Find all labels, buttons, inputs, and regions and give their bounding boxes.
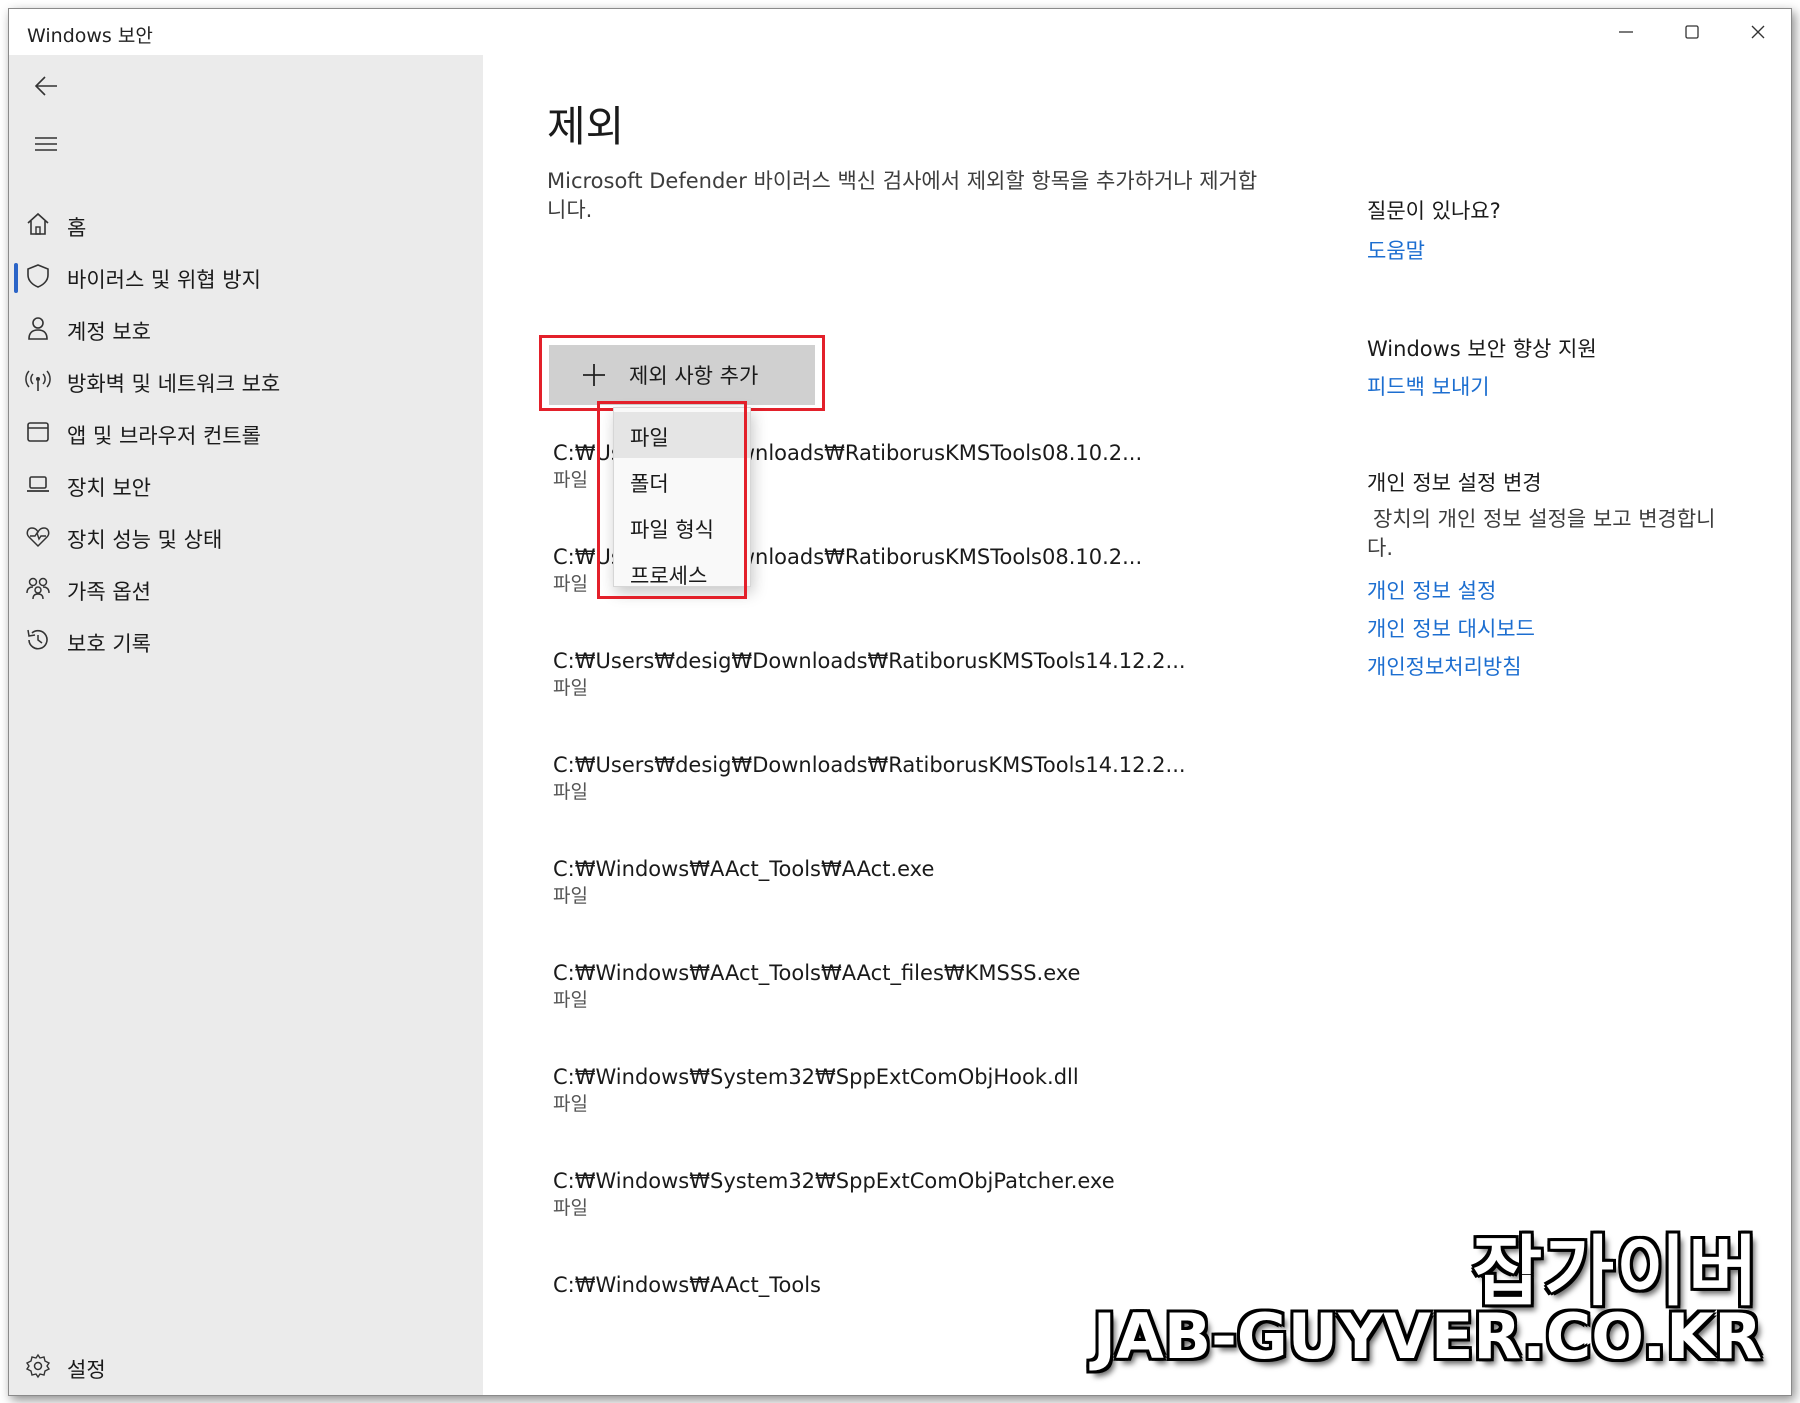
exclusion-path-tail: wnloads₩RatiborusKMSTools08.10.2... <box>737 441 1143 465</box>
add-exclusion-label: 제외 사항 추가 <box>629 364 759 388</box>
exclusion-path: C:₩Windows₩System32₩SppExtComObjPatcher.… <box>553 1169 1115 1193</box>
sidebar-item-device-security[interactable]: 장치 보안 <box>9 459 483 511</box>
family-icon <box>25 575 51 601</box>
sidebar-item-label: 앱 및 브라우저 컨트롤 <box>67 424 261 448</box>
sidebar-item-label: 장치 성능 및 상태 <box>67 528 223 552</box>
back-arrow-icon <box>34 76 57 96</box>
exclusion-type-menu: 파일 폴더 파일 형식 프로세스 <box>613 407 751 588</box>
question-heading: 질문이 있나요? <box>1367 199 1501 223</box>
gear-icon <box>25 1353 51 1379</box>
sidebar-item-label: 홈 <box>67 216 87 240</box>
app-title: Windows 보안 <box>27 25 153 47</box>
exclusion-type: 파일 <box>553 677 588 699</box>
person-icon <box>25 315 51 341</box>
watermark-english: JAB-GUYVER.CO.KR <box>1092 1300 1762 1373</box>
help-link[interactable]: 도움말 <box>1367 235 1425 265</box>
menu-item-label: 파일 <box>630 426 669 450</box>
menu-item-folder[interactable]: 폴더 <box>614 458 750 504</box>
privacy-dashboard-link[interactable]: 개인 정보 대시보드 <box>1367 613 1535 643</box>
active-indicator <box>14 263 18 293</box>
sidebar-item-device-health[interactable]: 장치 성능 및 상태 <box>9 511 483 563</box>
menu-item-process[interactable]: 프로세스 <box>614 550 750 596</box>
menu-item-file[interactable]: 파일 <box>614 412 750 458</box>
page-description: Microsoft Defender 바이러스 백신 검사에서 제외할 항목을 … <box>547 169 1258 222</box>
menu-item-file-type[interactable]: 파일 형식 <box>614 504 750 550</box>
sidebar-item-home[interactable]: 홈 <box>9 199 483 251</box>
exclusion-path: C:₩Users₩desig₩Downloads₩RatiborusKMSToo… <box>553 649 1186 673</box>
close-icon <box>1751 25 1765 39</box>
laptop-icon <box>25 471 51 497</box>
heart-pulse-icon <box>25 523 51 549</box>
privacy-settings-link[interactable]: 개인 정보 설정 <box>1367 575 1496 605</box>
exclusion-type: 파일 <box>553 1197 588 1219</box>
page-title: 제외 <box>547 102 625 151</box>
home-icon <box>25 211 51 237</box>
antenna-icon <box>25 367 51 393</box>
close-button[interactable] <box>1725 9 1791 55</box>
sidebar-item-label: 설정 <box>67 1358 106 1382</box>
sidebar-item-settings[interactable]: 설정 <box>9 1341 483 1393</box>
exclusion-item[interactable]: C:₩Windows₩AAct_Tools₩AAct.exe 파일 <box>553 855 1313 909</box>
exclusion-item[interactable]: C:₩Windows₩System32₩SppExtComObjHook.dll… <box>553 1063 1313 1117</box>
hamburger-icon <box>35 137 57 151</box>
exclusion-path: C:₩Us <box>553 441 622 465</box>
plus-icon <box>583 364 605 386</box>
improve-heading: Windows 보안 향상 지원 <box>1367 337 1597 361</box>
sidebar-item-family-options[interactable]: 가족 옵션 <box>9 563 483 615</box>
exclusion-item[interactable]: C:₩Windows₩AAct_Tools <box>553 1271 1313 1299</box>
exclusion-path: C:₩Windows₩AAct_Tools <box>553 1273 821 1297</box>
exclusion-type: 파일 <box>553 989 588 1011</box>
maximize-icon <box>1685 25 1699 39</box>
privacy-policy-link[interactable]: 개인정보처리방침 <box>1367 651 1522 681</box>
maximize-button[interactable] <box>1659 9 1725 55</box>
shield-icon <box>25 263 51 289</box>
sidebar-item-label: 보호 기록 <box>67 632 151 656</box>
exclusion-path: C:₩Windows₩AAct_Tools₩AAct.exe <box>553 857 935 881</box>
exclusion-type: 파일 <box>553 885 588 907</box>
menu-item-label: 파일 형식 <box>630 518 714 542</box>
sidebar-item-label: 바이러스 및 위협 방지 <box>67 268 261 292</box>
add-exclusion-button[interactable]: 제외 사항 추가 <box>549 345 815 405</box>
browser-window-icon <box>25 419 51 445</box>
sidebar-item-label: 방화벽 및 네트워크 보호 <box>67 372 281 396</box>
menu-item-label: 프로세스 <box>630 564 708 588</box>
app-window: Windows 보안 홈 바이러스 및 위협 방지 계정 보호 방화벽 및 네트… <box>8 8 1792 1396</box>
exclusion-item[interactable]: C:₩Windows₩AAct_Tools₩AAct_files₩KMSSS.e… <box>553 959 1313 1013</box>
exclusion-path: C:₩Windows₩AAct_Tools₩AAct_files₩KMSSS.e… <box>553 961 1081 985</box>
exclusion-type: 파일 <box>553 781 588 803</box>
back-button[interactable] <box>23 63 69 109</box>
sidebar-item-label: 장치 보안 <box>67 476 151 500</box>
minimize-button[interactable] <box>1593 9 1659 55</box>
sidebar-item-virus-protection[interactable]: 바이러스 및 위협 방지 <box>9 251 483 303</box>
exclusion-path: C:₩Users₩desig₩Downloads₩RatiborusKMSToo… <box>553 753 1186 777</box>
privacy-text: 장치의 개인 정보 설정을 보고 변경합니다. <box>1367 507 1716 560</box>
exclusion-type: 파일 <box>553 1093 588 1115</box>
exclusion-path-tail: wnloads₩RatiborusKMSTools08.10.2... <box>737 545 1143 569</box>
exclusion-path: C:₩Windows₩System32₩SppExtComObjHook.dll <box>553 1065 1079 1089</box>
sidebar-item-label: 계정 보호 <box>67 320 151 344</box>
sidebar-item-label: 가족 옵션 <box>67 580 151 604</box>
history-icon <box>25 627 51 653</box>
exclusion-item[interactable]: C:₩Users₩desig₩Downloads₩RatiborusKMSToo… <box>553 647 1313 701</box>
exclusion-item[interactable]: C:₩Users₩desig₩Downloads₩RatiborusKMSToo… <box>553 751 1313 805</box>
privacy-heading: 개인 정보 설정 변경 <box>1367 471 1542 495</box>
sidebar-item-protection-history[interactable]: 보호 기록 <box>9 615 483 667</box>
menu-button[interactable] <box>23 121 69 167</box>
sidebar-item-app-browser[interactable]: 앱 및 브라우저 컨트롤 <box>9 407 483 459</box>
title-bar: Windows 보안 <box>9 9 1791 55</box>
main-content: 제외 Microsoft Defender 바이러스 백신 검사에서 제외할 항… <box>483 55 1791 1395</box>
sidebar: 홈 바이러스 및 위협 방지 계정 보호 방화벽 및 네트워크 보호 앱 및 브… <box>9 55 483 1395</box>
feedback-link[interactable]: 피드백 보내기 <box>1367 371 1490 401</box>
menu-item-label: 폴더 <box>630 472 669 496</box>
exclusion-item[interactable]: C:₩Windows₩System32₩SppExtComObjPatcher.… <box>553 1167 1313 1221</box>
sidebar-item-firewall[interactable]: 방화벽 및 네트워크 보호 <box>9 355 483 407</box>
minimize-icon <box>1619 31 1633 33</box>
sidebar-item-account-protection[interactable]: 계정 보호 <box>9 303 483 355</box>
exclusion-path: C:₩Us <box>553 545 622 569</box>
